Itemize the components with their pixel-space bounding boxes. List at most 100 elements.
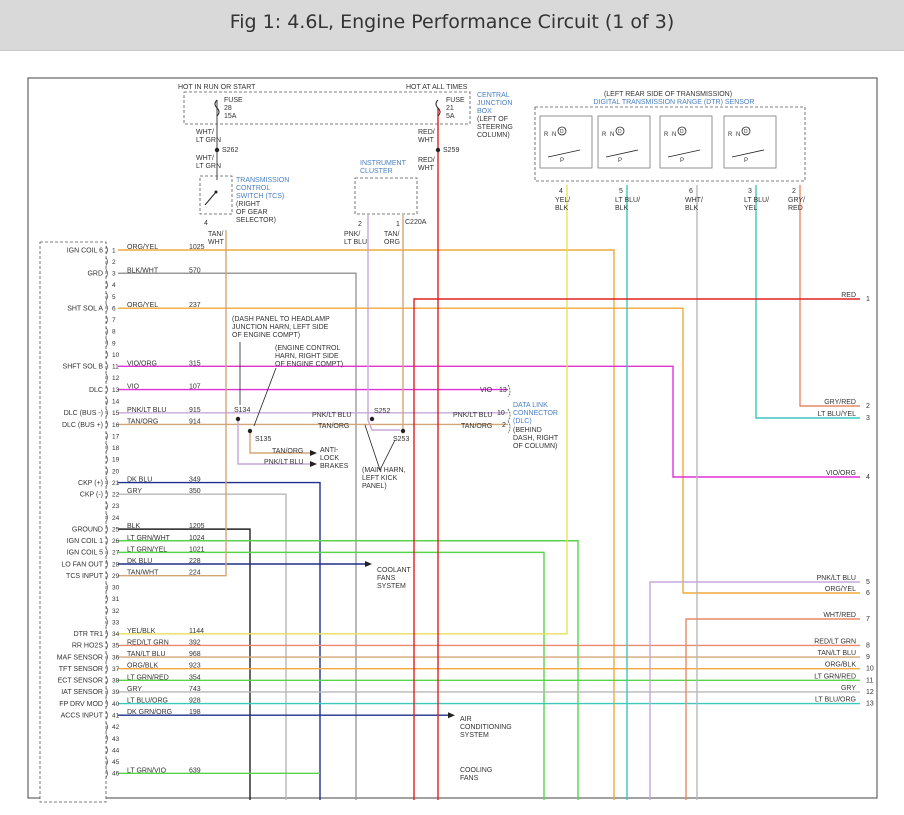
right-wire-label: PNK/LT BLU xyxy=(817,575,856,582)
gear-letter: R xyxy=(544,132,549,138)
drive-letter: D xyxy=(744,129,748,135)
s253-dot xyxy=(400,428,406,434)
gear-letter: N xyxy=(610,132,614,138)
dtr-location: (LEFT REAR SIDE OF TRANSMISSION) xyxy=(604,91,732,98)
wire-label: PNK/LT BLU xyxy=(264,459,303,466)
right-wire-number: 2 xyxy=(866,403,870,410)
pcm-pin-number: 39 xyxy=(112,689,120,696)
wire-ic-pnk xyxy=(367,215,400,431)
wire-ign-coil-5 xyxy=(118,551,545,800)
wire-color-label: LT BLU/ORG xyxy=(127,698,168,705)
tcs-location: (RIGHT xyxy=(236,201,261,208)
circuit-number: 570 xyxy=(189,267,201,274)
instrument-cluster-label: CLUSTER xyxy=(360,168,393,175)
pcm-pin-number: 31 xyxy=(112,596,120,603)
tcs-label: TRANSMISSION xyxy=(236,177,289,184)
right-wire-number: 3 xyxy=(866,415,870,422)
pcm-pin-number: 16 xyxy=(112,422,120,429)
pcm-pin-number: 13 xyxy=(112,387,120,394)
right-wire-label: VIO/ORG xyxy=(826,470,856,477)
pcm-pin-label: FP DRV MOD xyxy=(59,701,103,708)
pcm-pin-number: 14 xyxy=(112,398,120,405)
dtr-wire-label: WHT/ xyxy=(685,197,703,204)
circuit-number: 349 xyxy=(189,477,201,484)
wire-color-label: LT GRN/WHT xyxy=(127,535,171,542)
wire-color-label: TAN/LT BLU xyxy=(127,651,166,658)
wire-label-red-wht: RED/ xyxy=(418,129,435,136)
pcm-pin-label: IAT SENSOR xyxy=(61,689,103,696)
pcm-pin-number: 45 xyxy=(112,759,120,766)
engine-control-harness-label: OF ENGINE COMPT) xyxy=(275,361,343,368)
right-wire-label: RED/LT GRN xyxy=(814,638,856,645)
gear-letter: R xyxy=(664,132,669,138)
pcm-pin-label: LO FAN OUT xyxy=(61,561,103,568)
wire-label-tan-org: TAN/ xyxy=(384,231,399,238)
circuit-number: 198 xyxy=(189,709,201,716)
hot-at-all-times-label: HOT AT ALL TIMES xyxy=(406,84,468,91)
dash-panel-harness-label: OF ENGINE COMPT) xyxy=(232,332,300,339)
gear-letter: N xyxy=(552,132,556,138)
cjb-location: COLUMN) xyxy=(477,132,510,139)
wire-label-wht-ltgrn-2: LT GRN xyxy=(196,163,221,170)
pcm-pin-number: 8 xyxy=(112,329,116,336)
right-wire-number: 13 xyxy=(866,701,874,708)
instrument-cluster xyxy=(354,177,418,215)
circuit-number: 237 xyxy=(189,302,201,309)
s259-dot xyxy=(435,147,441,153)
wire-color-label: VIO/ORG xyxy=(127,360,157,367)
wire-color-label: GRY xyxy=(127,488,142,495)
wire-ign-coil-1 xyxy=(118,540,579,800)
switch-contact-icon xyxy=(605,149,639,158)
right-wire-label: WHT/RED xyxy=(823,612,856,619)
wire-dtr-pin3 xyxy=(755,185,860,419)
circuit-number: 1025 xyxy=(189,244,205,251)
dtr-wire-label: BLK xyxy=(685,205,699,212)
wire-color-label: BLK xyxy=(127,523,141,530)
pcm-pin-number: 44 xyxy=(112,747,120,754)
tcs-location: SELECTOR) xyxy=(236,217,276,224)
right-wire-label: GRY xyxy=(841,685,856,692)
wire-color-label: DK GRN/ORG xyxy=(127,709,172,716)
pcm-pin-label: DLC (BUS +) xyxy=(62,422,103,429)
circuit-number: 1021 xyxy=(189,546,205,553)
air-conditioning-label: AIR xyxy=(460,716,472,723)
pcm-pin-number: 5 xyxy=(112,294,116,301)
c220a-label: C220A xyxy=(405,219,427,226)
pcm-pin-number: 29 xyxy=(112,573,120,580)
abs-arrow-icon xyxy=(310,461,317,467)
pcm-pin-number: 20 xyxy=(112,468,120,475)
wire-label-pnk-ltblu: PNK/ xyxy=(344,231,360,238)
right-wire-label: LT GRN/RED xyxy=(814,673,856,680)
pcm-pin-number: 1 xyxy=(112,247,116,254)
pcm-pin-number: 41 xyxy=(112,713,120,720)
gear-letter: P xyxy=(560,158,564,164)
pcm-pin-number: 35 xyxy=(112,643,120,650)
leader-line xyxy=(253,367,277,427)
wire-label-tan-org: ORG xyxy=(384,239,400,246)
s135-dot xyxy=(247,428,253,434)
s262-dot xyxy=(214,147,220,153)
dtr-sensor-title: DIGITAL TRANSMISSION RANGE (DTR) SENSOR xyxy=(594,99,755,106)
right-wire-number: 10 xyxy=(866,666,874,673)
dtr-wire-label: BLK xyxy=(555,205,569,212)
pcm-pin-label: SHFT SOL B xyxy=(63,364,104,371)
s262-label: S262 xyxy=(222,147,238,154)
fuse-21-label: 21 xyxy=(446,105,454,112)
wire-color-label: DK BLU xyxy=(127,558,152,565)
pcm-pin-number: 42 xyxy=(112,724,120,731)
pcm-pin-number: 43 xyxy=(112,736,120,743)
pcm-pin-number: 11 xyxy=(112,364,119,371)
wire-label: PNK/LT BLU xyxy=(453,412,492,419)
main-harness-label: PANEL) xyxy=(362,483,387,490)
tcs-location: OF GEAR xyxy=(236,209,268,216)
anti-lock-brakes-label: LOCK xyxy=(320,455,339,462)
dlc-location: OF COLUMN) xyxy=(513,443,557,450)
fuse-21-label: FUSE xyxy=(446,97,465,104)
right-wire-number: 4 xyxy=(866,474,870,481)
right-wire-label: LT BLU/ORG xyxy=(815,697,856,704)
right-wire-label: ORG/YEL xyxy=(825,586,856,593)
right-wire-label: GRY/RED xyxy=(824,399,856,406)
pcm-pin-label: DTR TR1 xyxy=(74,631,104,638)
dtr-wire-label: RED xyxy=(788,205,803,212)
dtr-wire-label: LT BLU/ xyxy=(744,197,769,204)
